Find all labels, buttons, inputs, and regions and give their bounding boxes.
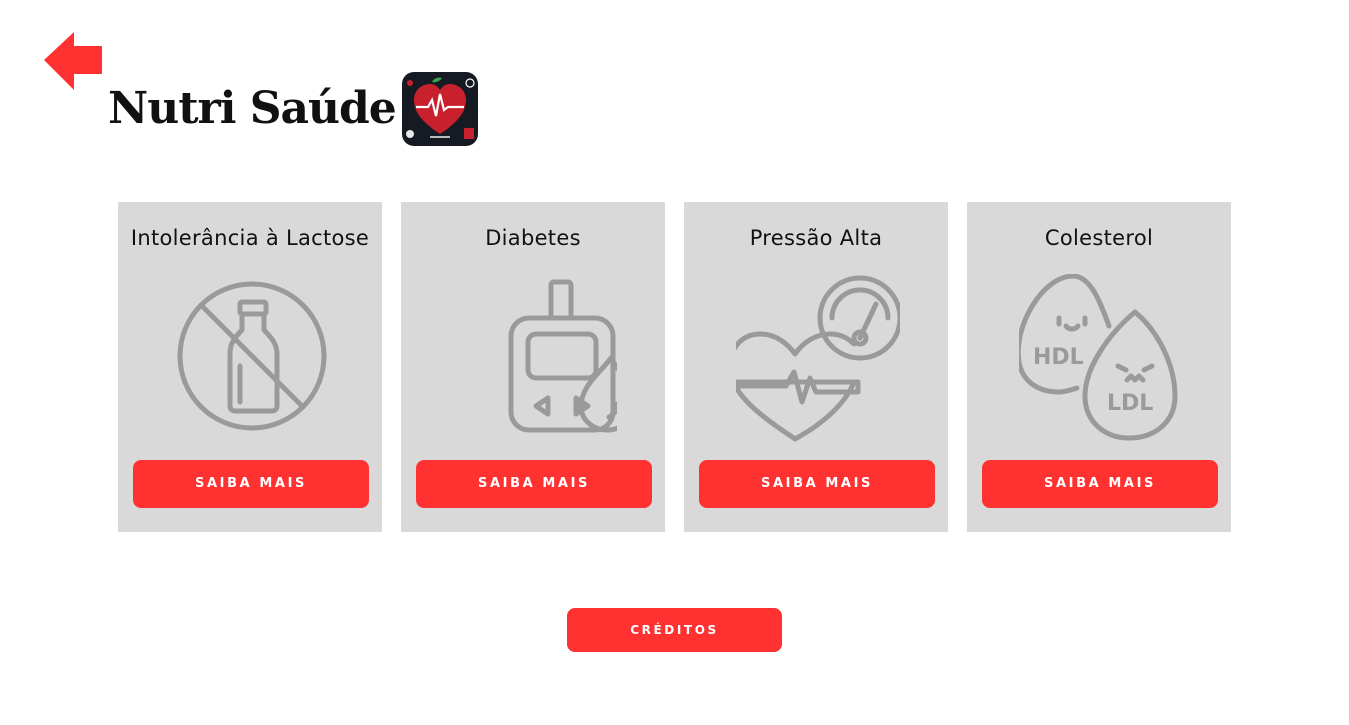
heart-fruit-logo-icon — [401, 72, 478, 146]
card-diabetes: Diabetes SAIBA MAIS — [401, 202, 665, 532]
glucometer-drop-icon — [508, 279, 617, 433]
card-title: Pressão Alta — [749, 226, 883, 250]
card-title: Intolerância à Lactose — [130, 226, 370, 250]
card-lactose: Intolerância à Lactose SAIBA MAIS — [118, 202, 382, 532]
saiba-mais-button[interactable]: SAIBA MAIS — [982, 460, 1218, 508]
page: Nutri Saúde Intolerância à Lactose SAIBA — [0, 0, 1349, 725]
saiba-mais-button[interactable]: SAIBA MAIS — [133, 460, 369, 508]
saiba-mais-button[interactable]: SAIBA MAIS — [416, 460, 652, 508]
brand-header: Nutri Saúde — [108, 72, 478, 146]
hdl-ldl-drops-icon: HDL LDL — [1019, 274, 1178, 441]
svg-text:LDL: LDL — [1107, 391, 1153, 416]
card-title: Colesterol — [1044, 226, 1154, 250]
saiba-mais-button[interactable]: SAIBA MAIS — [699, 460, 935, 508]
page-title: Nutri Saúde — [108, 83, 397, 134]
heart-pressure-gauge-icon — [736, 275, 900, 442]
svg-text:HDL: HDL — [1033, 345, 1084, 370]
no-milk-bottle-icon — [177, 281, 327, 431]
card-colesterol: Colesterol HDL LDL SAIBA MAIS — [967, 202, 1231, 532]
card-title: Diabetes — [485, 226, 581, 250]
arrow-left-icon[interactable] — [42, 30, 104, 92]
card-pressao-alta: Pressão Alta SAIBA MAIS — [684, 202, 948, 532]
credits-button[interactable]: CRÉDITOS — [567, 608, 782, 652]
